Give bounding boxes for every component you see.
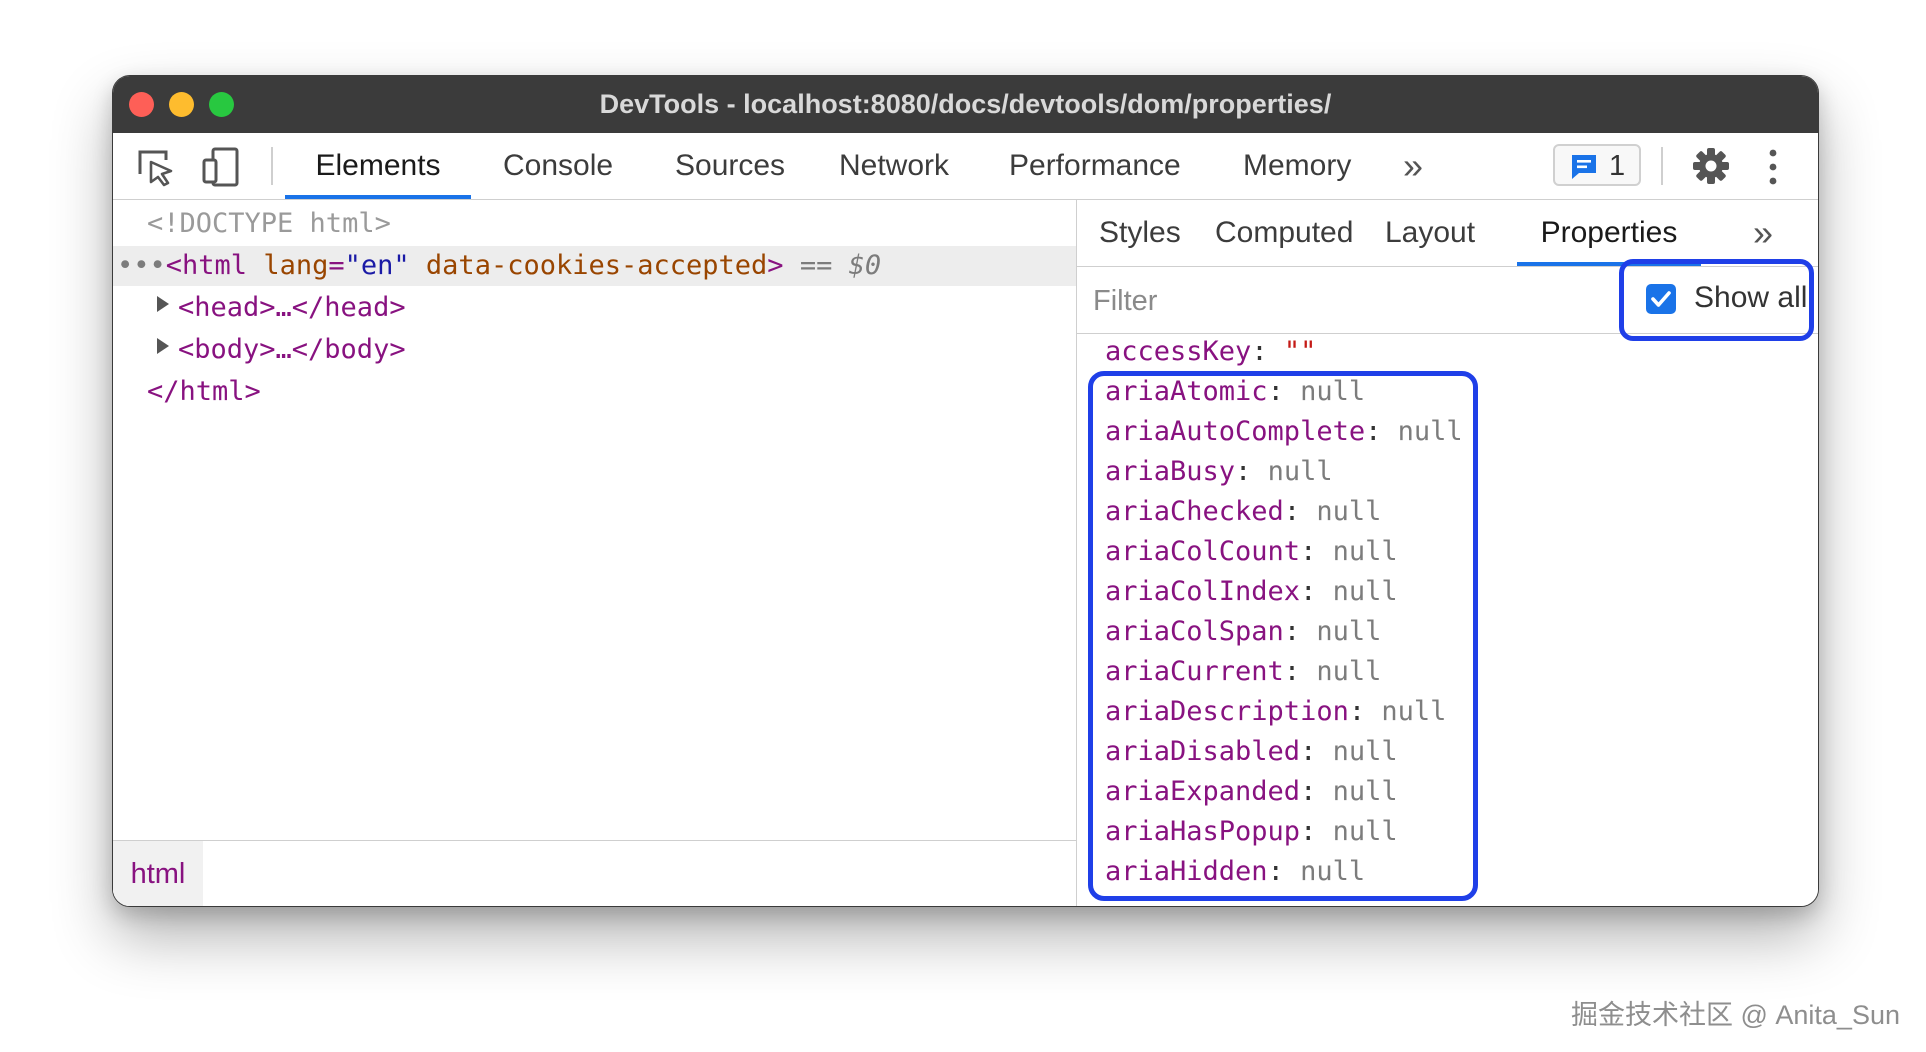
- tab-properties[interactable]: Properties: [1517, 200, 1701, 266]
- node-menu-dots[interactable]: •••: [117, 250, 166, 281]
- devtools-window: DevTools - localhost:8080/docs/devtools/…: [112, 75, 1819, 907]
- title-bar: DevTools - localhost:8080/docs/devtools/…: [113, 76, 1818, 134]
- aria-properties-highlight: [1088, 371, 1478, 901]
- property-row[interactable]: accessKey: "": [1105, 332, 1316, 372]
- issues-count: 1: [1609, 150, 1626, 182]
- more-sidebar-tabs-icon[interactable]: »: [1753, 200, 1773, 266]
- checkmark-icon: [1651, 291, 1671, 307]
- properties-list: accessKey: "" ariaAtomic: null ariaAutoC…: [1077, 334, 1818, 906]
- attr-lang-name: lang: [263, 250, 329, 281]
- tab-console[interactable]: Console: [503, 133, 613, 199]
- head-node[interactable]: <head>…</head>: [178, 288, 406, 328]
- tab-network[interactable]: Network: [839, 133, 949, 199]
- watermark: 掘金技术社区 @ Anita_Sun: [1570, 1000, 1900, 1030]
- tab-performance[interactable]: Performance: [1009, 133, 1181, 199]
- tab-memory[interactable]: Memory: [1243, 133, 1351, 199]
- filter-row: Show all: [1077, 259, 1818, 341]
- selected-eq-marker: ==: [799, 250, 833, 281]
- selected-dollar-zero: $0: [848, 250, 882, 281]
- device-toolbar-icon[interactable]: [201, 147, 241, 192]
- tab-sources[interactable]: Sources: [675, 133, 785, 199]
- sidebar-tabs: Styles Computed Layout Properties »: [1077, 200, 1818, 267]
- html-tag-open: <html: [165, 250, 248, 281]
- show-all-checkbox[interactable]: [1646, 284, 1676, 314]
- main-toolbar: Elements Console Sources Network Perform…: [113, 133, 1818, 200]
- attr-lang-value: "en": [344, 250, 410, 281]
- tab-layout[interactable]: Layout: [1385, 200, 1475, 266]
- breadcrumb-bar: html: [113, 840, 1076, 906]
- expand-body-triangle-icon[interactable]: [157, 338, 169, 354]
- filter-input[interactable]: [1091, 277, 1595, 325]
- message-icon: [1569, 153, 1599, 186]
- tab-elements[interactable]: Elements: [285, 133, 471, 199]
- html-tag-close-bracket: >: [767, 250, 784, 281]
- show-all-label[interactable]: Show all: [1694, 281, 1807, 315]
- window-title: DevTools - localhost:8080/docs/devtools/…: [599, 89, 1332, 119]
- attr-data-cookies-name: data-cookies-accepted: [425, 250, 768, 281]
- gear-icon[interactable]: [1691, 146, 1731, 191]
- issues-button[interactable]: 1: [1553, 144, 1641, 186]
- inspect-element-icon[interactable]: [135, 147, 175, 192]
- sidebar-panel: Styles Computed Layout Properties » Show…: [1077, 200, 1818, 906]
- active-tab-indicator: [285, 195, 471, 199]
- toolbar-divider: [1661, 147, 1663, 185]
- html-node[interactable]: •••<html lang="en" data-cookies-accepted…: [117, 246, 881, 286]
- show-all-highlight: Show all: [1619, 259, 1814, 341]
- breadcrumb-html[interactable]: html: [113, 841, 203, 906]
- more-options-icon[interactable]: [1766, 148, 1780, 191]
- more-tabs-icon[interactable]: »: [1403, 133, 1423, 199]
- tab-styles[interactable]: Styles: [1099, 200, 1181, 266]
- html-close-node[interactable]: </html>: [147, 372, 261, 412]
- body-node[interactable]: <body>…</body>: [178, 330, 406, 370]
- toolbar-divider: [271, 147, 273, 185]
- doctype-node[interactable]: <!DOCTYPE html>: [147, 204, 391, 244]
- attr-equals: =: [328, 250, 345, 281]
- expand-head-triangle-icon[interactable]: [157, 296, 169, 312]
- dom-tree-panel: <!DOCTYPE html> •••<html lang="en" data-…: [113, 200, 1077, 906]
- tab-computed[interactable]: Computed: [1215, 200, 1353, 266]
